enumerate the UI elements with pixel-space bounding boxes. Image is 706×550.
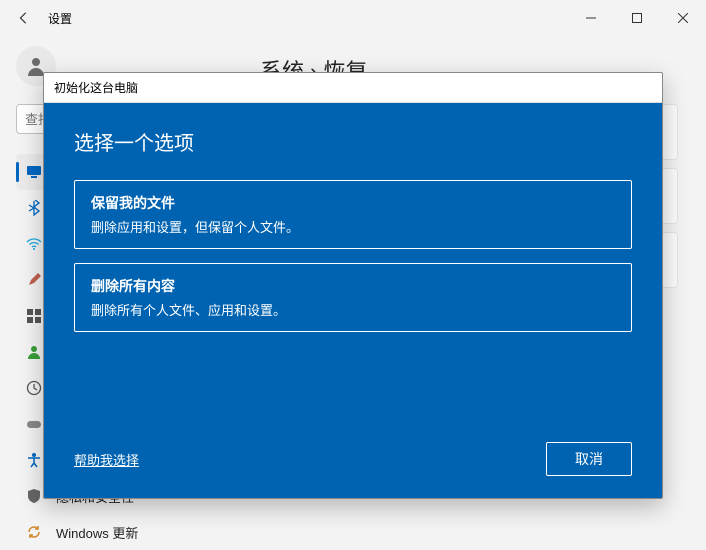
dialog-window-title: 初始化这台电脑 bbox=[44, 73, 662, 103]
modal-backdrop: 初始化这台电脑 选择一个选项 保留我的文件 删除应用和设置，但保留个人文件。 删… bbox=[0, 0, 706, 550]
option-keep-files[interactable]: 保留我的文件 删除应用和设置，但保留个人文件。 bbox=[74, 180, 632, 249]
cancel-button[interactable]: 取消 bbox=[546, 442, 632, 476]
option-desc: 删除应用和设置，但保留个人文件。 bbox=[91, 217, 615, 236]
help-link[interactable]: 帮助我选择 bbox=[74, 450, 139, 469]
option-title: 删除所有内容 bbox=[91, 276, 615, 296]
dialog-heading: 选择一个选项 bbox=[74, 127, 632, 156]
option-desc: 删除所有个人文件、应用和设置。 bbox=[91, 300, 615, 319]
option-remove-everything[interactable]: 删除所有内容 删除所有个人文件、应用和设置。 bbox=[74, 263, 632, 332]
option-title: 保留我的文件 bbox=[91, 193, 615, 213]
reset-pc-dialog: 初始化这台电脑 选择一个选项 保留我的文件 删除应用和设置，但保留个人文件。 删… bbox=[43, 72, 663, 499]
